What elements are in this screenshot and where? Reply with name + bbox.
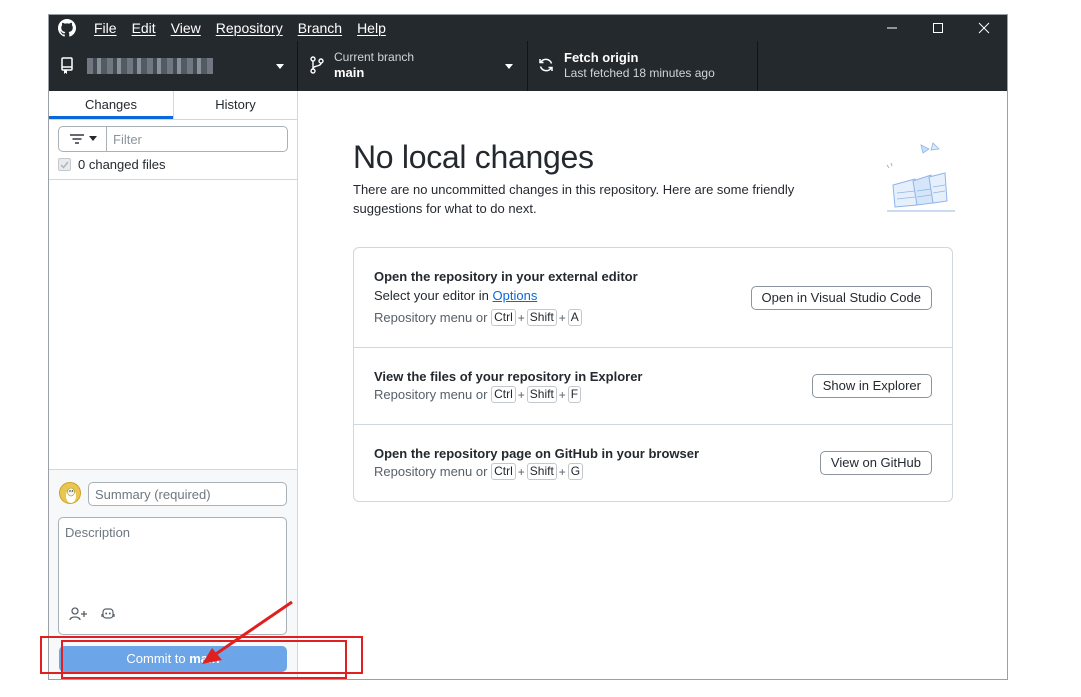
page-description: There are no uncommitted changes in this… (353, 182, 795, 216)
current-branch-name: main (334, 65, 365, 80)
chevron-down-icon (88, 136, 97, 141)
copilot-icon[interactable] (101, 607, 115, 626)
suggestion-external-editor: Open the repository in your external edi… (354, 248, 952, 348)
filter-bar (58, 126, 288, 152)
kbd-shift: Shift (526, 309, 557, 326)
minimize-icon[interactable] (869, 15, 915, 41)
menu-help[interactable]: Help (357, 20, 386, 36)
tab-history[interactable]: History (173, 91, 297, 119)
window-controls (869, 15, 1007, 41)
chevron-down-icon (276, 64, 284, 69)
annotation-highlight-box (61, 640, 347, 679)
sync-icon (538, 57, 554, 78)
suggestion-view-on-github: Open the repository page on GitHub in yo… (354, 425, 952, 501)
suggestion-title: View the files of your repository in Exp… (374, 369, 643, 384)
kbd-ctrl: Ctrl (491, 386, 516, 403)
github-desktop-window: File Edit View Repository Branch Help Cu… (48, 14, 1008, 680)
shortcut-hint-text: Repository menu or (374, 310, 488, 325)
menu-branch[interactable]: Branch (298, 20, 342, 36)
menu-repository[interactable]: Repository (216, 20, 283, 36)
avatar (59, 482, 81, 504)
changed-files-header: 0 changed files (58, 157, 165, 172)
menu-file[interactable]: File (94, 20, 117, 36)
filter-icon (69, 134, 84, 144)
show-in-explorer-button[interactable]: Show in Explorer (811, 374, 932, 398)
menu-edit[interactable]: Edit (132, 20, 156, 36)
current-repository-dropdown[interactable] (49, 41, 298, 91)
toolbar: Current branch main Fetch origin Last fe… (49, 41, 1007, 91)
current-branch-label: Current branch (334, 50, 415, 64)
suggestion-title: Open the repository page on GitHub in yo… (374, 446, 700, 461)
title-bar: File Edit View Repository Branch Help (49, 15, 1007, 41)
repository-name-pixelated (87, 58, 213, 74)
sidebar: Changes History 0 changed files Descript… (49, 91, 298, 679)
last-fetched-text: Last fetched 18 minutes ago (564, 66, 715, 80)
tab-changes[interactable]: Changes (49, 91, 173, 119)
fetch-origin-title: Fetch origin (564, 50, 639, 65)
shortcut-hint: Repository menu or Ctrl + Shift + F (374, 386, 582, 403)
close-icon[interactable] (961, 15, 1007, 41)
kbd-a: A (567, 309, 582, 326)
add-coauthor-icon[interactable] (69, 607, 89, 626)
suggestion-subtitle: Select your editor in Options (374, 288, 537, 303)
shortcut-hint: Repository menu or Ctrl + Shift + A (374, 309, 582, 326)
fetch-origin-button[interactable]: Fetch origin Last fetched 18 minutes ago (528, 41, 758, 91)
menu-bar: File Edit View Repository Branch Help (94, 20, 401, 36)
main-panel: No local changes There are no uncommitte… (299, 91, 1007, 679)
filter-input[interactable] (107, 127, 277, 151)
suggestion-subtitle-text: Select your editor in (374, 288, 493, 303)
suggestion-title: Open the repository in your external edi… (374, 269, 638, 284)
commit-description-field[interactable]: Description (58, 517, 287, 635)
chevron-down-icon (505, 64, 513, 69)
menu-view[interactable]: View (171, 20, 201, 36)
kbd-shift: Shift (526, 386, 557, 403)
shortcut-hint-text: Repository menu or (374, 387, 488, 402)
maximize-icon[interactable] (915, 15, 961, 41)
suggestion-show-in-explorer: View the files of your repository in Exp… (354, 348, 952, 425)
changed-files-count: 0 changed files (78, 157, 166, 172)
filter-options-button[interactable] (59, 127, 107, 151)
kbd-ctrl: Ctrl (491, 309, 516, 326)
suggestions-list: Open the repository in your external edi… (353, 247, 953, 502)
open-in-vscode-button[interactable]: Open in Visual Studio Code (750, 286, 932, 310)
kbd-ctrl: Ctrl (491, 463, 516, 480)
description-placeholder: Description (65, 525, 131, 540)
page-title: No local changes (353, 139, 594, 175)
view-on-github-button[interactable]: View on GitHub (819, 451, 932, 475)
branch-icon (310, 56, 324, 79)
github-logo-icon (58, 19, 76, 37)
divider (49, 179, 297, 180)
current-branch-dropdown[interactable]: Current branch main (298, 41, 528, 91)
kbd-shift: Shift (526, 463, 557, 480)
kbd-g: G (567, 463, 584, 480)
repo-icon (61, 57, 75, 80)
sidebar-tabs: Changes History (49, 91, 297, 120)
shortcut-hint-text: Repository menu or (374, 464, 488, 479)
empty-state-illustration (883, 141, 959, 226)
options-link[interactable]: Options (493, 288, 538, 303)
select-all-checkbox[interactable] (58, 158, 71, 171)
kbd-f: F (567, 386, 582, 403)
commit-summary-input[interactable] (88, 482, 287, 506)
shortcut-hint: Repository menu or Ctrl + Shift + G (374, 463, 584, 480)
description-toolbar (69, 607, 115, 626)
